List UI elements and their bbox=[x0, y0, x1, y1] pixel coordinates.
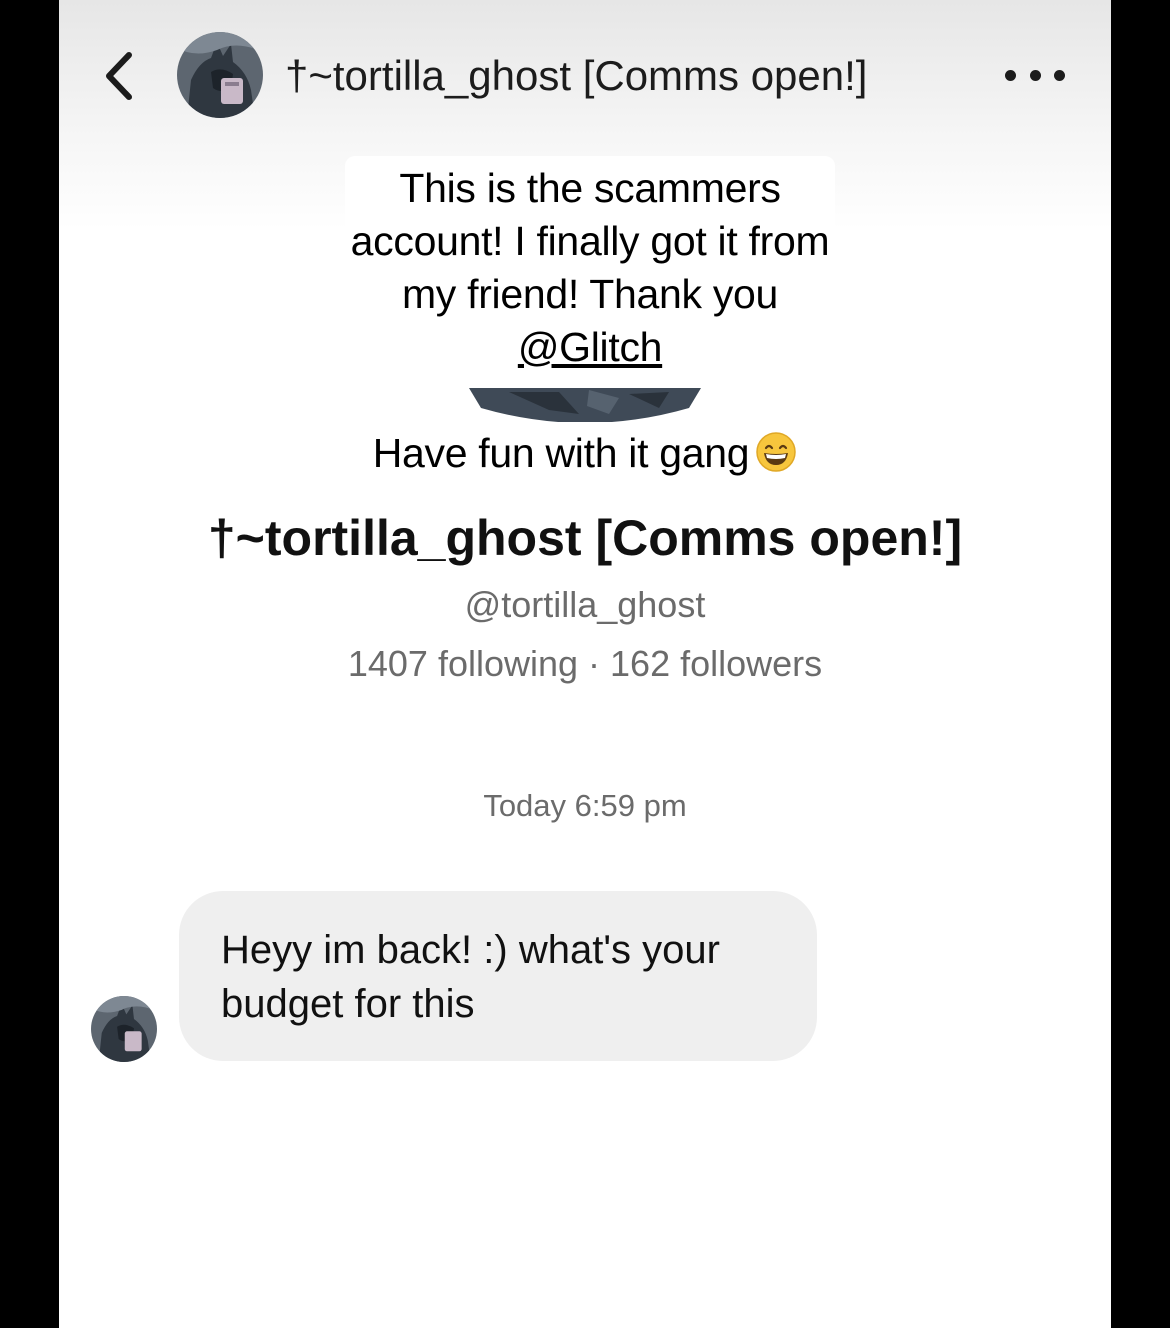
profile-picture bbox=[469, 388, 701, 422]
avatar[interactable] bbox=[177, 32, 263, 118]
profile-handle: @tortilla_ghost bbox=[464, 584, 706, 625]
caption-text: This is the scammers account! I finally … bbox=[350, 165, 830, 317]
profile-name: †~tortilla_ghost [Comms open!] bbox=[207, 510, 963, 566]
caption-text-2: Have fun with it gang bbox=[372, 430, 750, 476]
overlay-caption-line: Have fun with it gang bbox=[259, 426, 911, 480]
message-text: Heyy im back! :) what's your budget for … bbox=[221, 928, 720, 1026]
conversation-title[interactable]: †~tortilla_ghost [Comms open!] bbox=[285, 50, 867, 102]
profile-stats: 1407 following · 162 followers bbox=[347, 643, 823, 684]
chevron-left-icon bbox=[106, 52, 132, 100]
more-horizontal-icon bbox=[1005, 69, 1016, 81]
chat-screen: †~tortilla_ghost [Comms open!] This is t… bbox=[59, 0, 1111, 1328]
mention-link[interactable]: @Glitch bbox=[518, 324, 663, 370]
grinning-face-icon bbox=[756, 432, 797, 472]
more-options-button[interactable] bbox=[1005, 62, 1065, 88]
message-timestamp: Today 6:59 pm bbox=[483, 788, 687, 823]
message-bubble[interactable]: Heyy im back! :) what's your budget for … bbox=[179, 891, 817, 1061]
sender-avatar[interactable] bbox=[91, 996, 157, 1062]
overlay-caption: This is the scammers account! I finally … bbox=[330, 162, 850, 374]
back-button[interactable] bbox=[99, 50, 139, 102]
